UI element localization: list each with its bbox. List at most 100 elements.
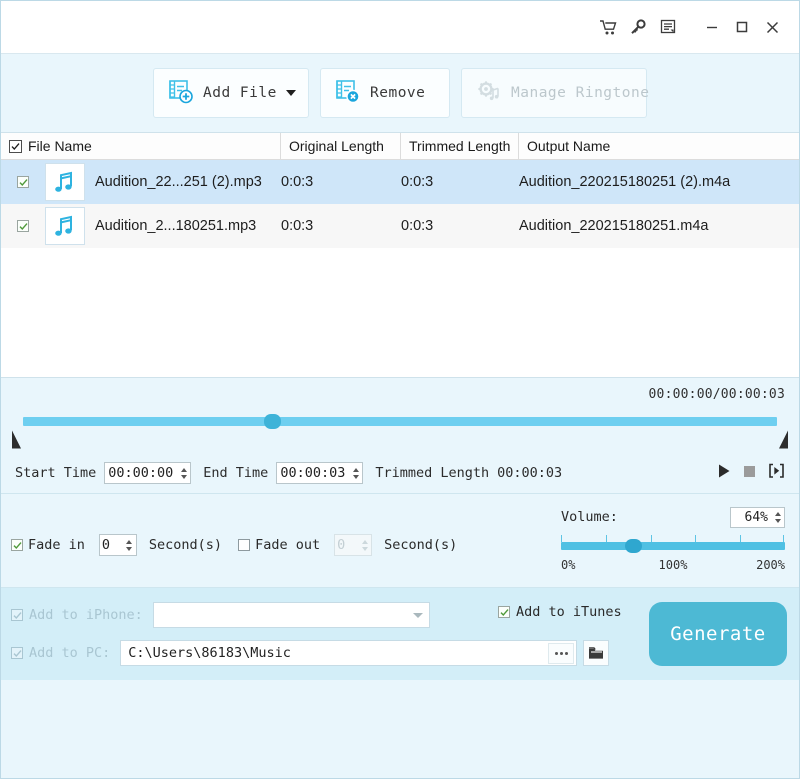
add-to-pc-label: Add to PC: xyxy=(29,645,111,661)
add-to-pc-checkbox[interactable] xyxy=(11,647,23,659)
trim-start-marker[interactable] xyxy=(11,429,24,451)
fade-out-stepper[interactable] xyxy=(358,535,371,555)
fade-in-input[interactable] xyxy=(99,535,123,555)
generate-button-label: Generate xyxy=(670,623,766,645)
fade-out-checkbox[interactable] xyxy=(238,539,251,551)
volume-stepper[interactable] xyxy=(771,508,784,527)
iphone-device-select[interactable] xyxy=(152,602,430,628)
add-to-pc-row: Add to PC: C:\Users\86183\Music xyxy=(11,640,610,666)
volume-slider[interactable] xyxy=(561,539,785,553)
volume-control: Volume: 0% 100% 200% xyxy=(561,506,785,574)
column-output-name[interactable]: Output Name xyxy=(519,133,799,159)
row-output-name: Audition_220215180251 (2).m4a xyxy=(519,174,731,190)
volume-scale-max: 200% xyxy=(756,558,785,572)
maximize-icon[interactable] xyxy=(727,12,757,42)
stop-icon[interactable] xyxy=(743,465,756,482)
row-checkbox[interactable] xyxy=(1,176,45,188)
toolbar: Add File Remove Manage Ringtone xyxy=(1,54,799,132)
timeline-playhead[interactable] xyxy=(263,414,281,429)
volume-knob[interactable] xyxy=(624,539,642,553)
volume-field[interactable] xyxy=(730,506,785,528)
generate-button[interactable]: Generate xyxy=(649,602,787,666)
add-to-iphone-row: Add to iPhone: xyxy=(11,602,430,628)
column-file-name[interactable]: File Name xyxy=(1,133,281,159)
fade-in-label: Fade in xyxy=(28,537,85,553)
column-file-name-label: File Name xyxy=(28,138,92,154)
add-to-itunes-label: Add to iTunes xyxy=(516,604,622,620)
fade-out-label: Fade out xyxy=(255,537,321,553)
title-bar xyxy=(1,1,799,54)
play-icon[interactable] xyxy=(717,463,731,483)
volume-header: Volume: xyxy=(561,506,785,528)
open-folder-button[interactable] xyxy=(583,640,610,666)
browse-ellipsis-button[interactable] xyxy=(548,642,575,664)
output-panel: Add to iPhone: Add to PC: C:\Users\86183… xyxy=(1,588,799,680)
add-file-label: Add File xyxy=(203,85,277,101)
start-time-input[interactable] xyxy=(105,463,178,483)
table-row[interactable]: Audition_2...180251.mp3 0:0:3 0:0:3 Audi… xyxy=(1,204,799,248)
add-to-iphone-checkbox[interactable] xyxy=(11,609,23,621)
start-time-label: Start Time xyxy=(15,465,97,481)
trimmed-length-label: Trimmed Length xyxy=(375,465,490,481)
fade-in-stepper[interactable] xyxy=(123,535,136,555)
volume-scale: 0% 100% 200% xyxy=(561,558,785,574)
add-file-button[interactable]: Add File xyxy=(153,68,309,118)
start-time-field[interactable] xyxy=(104,462,192,484)
fade-volume-panel: Fade in Second(s) Fade out Second(s) xyxy=(1,494,799,588)
player-panel: 00:00:00/00:00:03 Start Time End Time Tr… xyxy=(1,378,799,494)
fade-in-field[interactable] xyxy=(98,534,137,556)
output-path-field[interactable]: C:\Users\86183\Music xyxy=(120,640,578,666)
end-time-input[interactable] xyxy=(277,463,350,483)
volume-scale-mid: 100% xyxy=(658,558,688,572)
transport-controls xyxy=(717,463,785,483)
file-list: File Name Original Length Trimmed Length… xyxy=(1,132,799,378)
column-original-length[interactable]: Original Length xyxy=(281,133,401,159)
timeline-track[interactable] xyxy=(23,414,777,429)
manage-ringtone-button[interactable]: Manage Ringtone xyxy=(461,68,650,118)
gear-music-icon xyxy=(476,78,502,108)
row-trimmed-length: 0:0:3 xyxy=(401,218,434,234)
fade-out-field[interactable] xyxy=(334,534,373,556)
add-to-itunes-row: Add to iTunes xyxy=(492,604,622,620)
remove-button[interactable]: Remove xyxy=(320,68,450,118)
volume-label: Volume: xyxy=(561,509,618,525)
remove-label: Remove xyxy=(370,85,426,101)
column-trimmed-length[interactable]: Trimmed Length xyxy=(401,133,519,159)
volume-ticks xyxy=(561,535,785,542)
chevron-down-icon[interactable] xyxy=(412,612,423,618)
end-time-stepper[interactable] xyxy=(349,463,362,483)
music-note-icon xyxy=(45,163,85,201)
chevron-down-icon[interactable] xyxy=(285,90,296,96)
volume-scale-min: 0% xyxy=(561,558,576,572)
column-original-length-label: Original Length xyxy=(289,138,384,154)
add-to-itunes-checkbox[interactable] xyxy=(498,606,510,618)
app-window: Add File Remove Manage Ringtone File Nam… xyxy=(0,0,800,779)
trimmed-length-value: 00:00:03 xyxy=(497,465,563,481)
checkbox-checked-icon xyxy=(17,176,29,188)
checkbox-checked-icon xyxy=(17,220,29,232)
trim-controls: Start Time End Time Trimmed Length 00:00… xyxy=(15,462,785,484)
fade-controls: Fade in Second(s) Fade out Second(s) xyxy=(11,534,473,556)
select-all-checkbox[interactable] xyxy=(9,139,22,153)
key-icon[interactable] xyxy=(623,12,653,42)
end-time-field[interactable] xyxy=(276,462,364,484)
fade-out-input[interactable] xyxy=(335,535,359,555)
table-row[interactable]: Audition_22...251 (2).mp3 0:0:3 0:0:3 Au… xyxy=(1,160,799,204)
row-file-name: Audition_22...251 (2).mp3 xyxy=(95,174,262,190)
menu-icon[interactable] xyxy=(653,12,683,42)
fade-in-checkbox[interactable] xyxy=(11,539,23,551)
trim-end-marker[interactable] xyxy=(776,429,789,451)
end-time-label: End Time xyxy=(203,465,269,481)
volume-input[interactable] xyxy=(731,507,771,527)
close-icon[interactable] xyxy=(757,12,787,42)
window-controls xyxy=(593,12,787,42)
snapshot-icon[interactable] xyxy=(768,463,785,483)
row-file-name: Audition_2...180251.mp3 xyxy=(95,218,257,234)
start-time-stepper[interactable] xyxy=(177,463,190,483)
row-checkbox[interactable] xyxy=(1,220,45,232)
manage-ringtone-label: Manage Ringtone xyxy=(511,85,650,101)
cart-icon[interactable] xyxy=(593,12,623,42)
column-trimmed-length-label: Trimmed Length xyxy=(409,138,511,154)
fade-in-unit: Second(s) xyxy=(148,537,223,553)
minimize-icon[interactable] xyxy=(697,12,727,42)
